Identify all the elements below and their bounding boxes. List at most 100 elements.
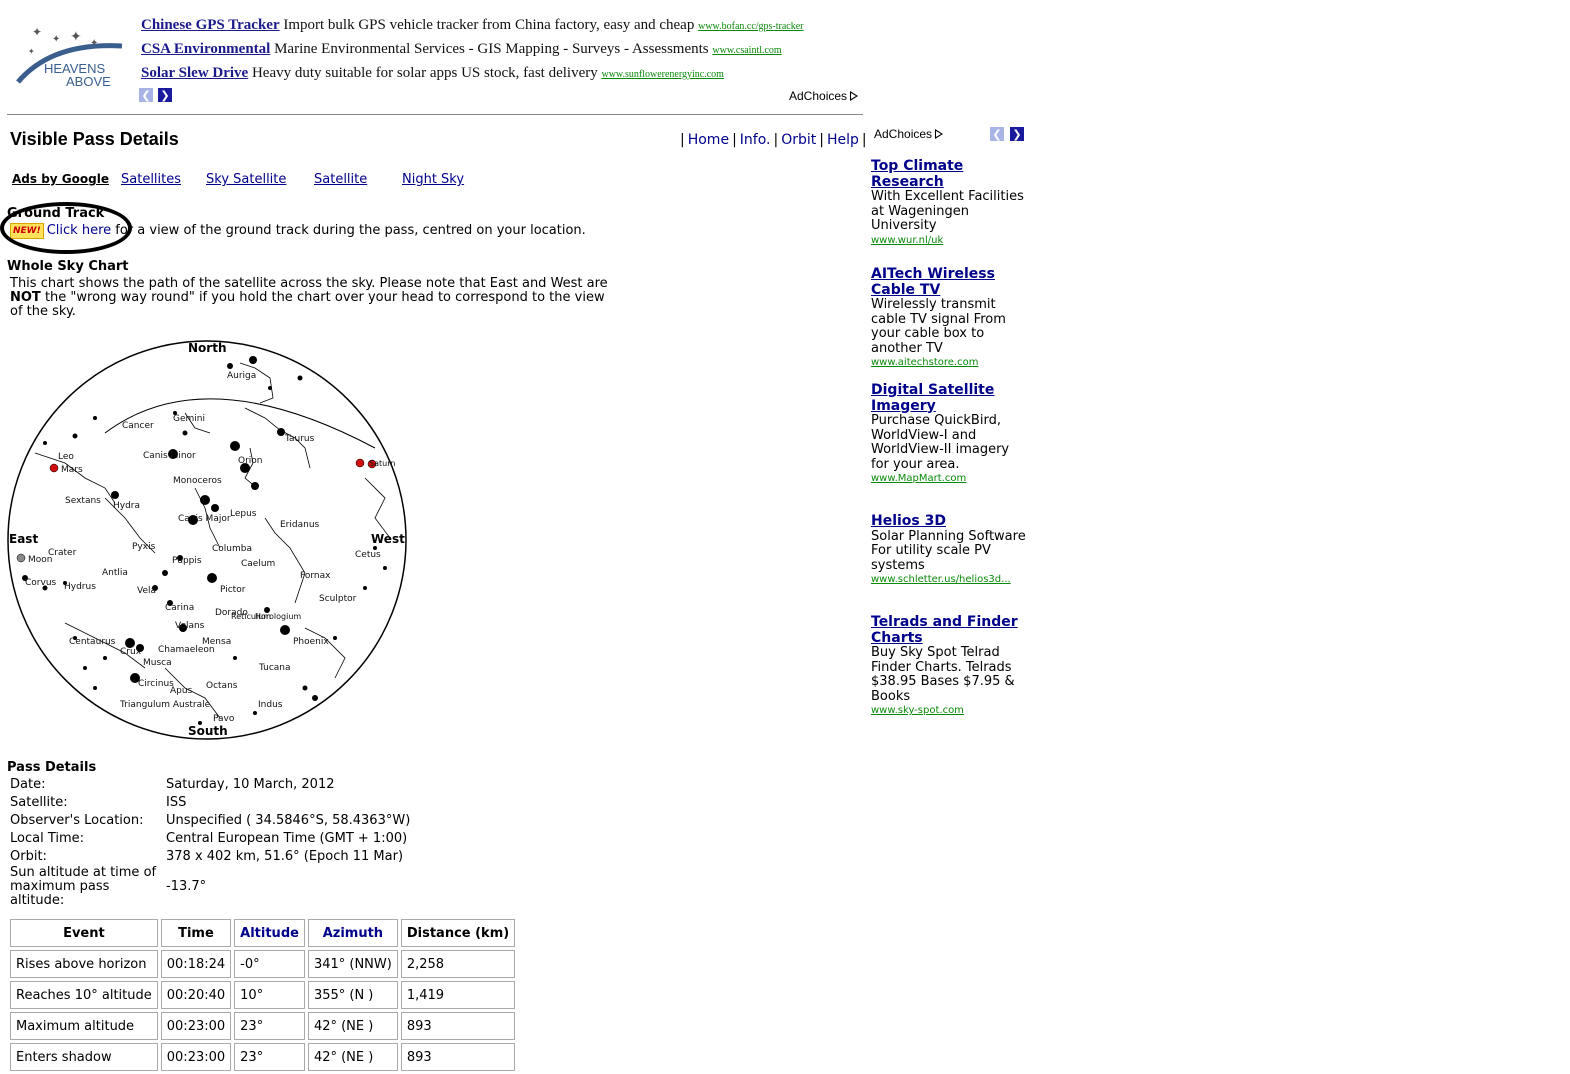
pass-detail-row: Date: Saturday, 10 March, 2012 — [7, 776, 413, 794]
detail-label: Orbit: — [10, 849, 47, 864]
constellation-label: Hydra — [113, 501, 140, 511]
constellation-label: Cetus — [355, 550, 381, 560]
cell: 42° (NE ) — [307, 1043, 398, 1071]
side-ad-title[interactable]: Telrads and Finder Charts — [871, 614, 1031, 646]
cell: 00:23:00 — [160, 1043, 232, 1071]
adchoices-side[interactable]: AdChoices — [874, 127, 944, 141]
mars-marker — [49, 463, 59, 473]
side-ad-url[interactable]: www.schletter.us/helios3d... — [871, 573, 1031, 588]
top-ad-url[interactable]: www.bofan.cc/gps-tracker — [698, 21, 803, 32]
cell: 1,419 — [400, 981, 516, 1009]
side-ad-next-button[interactable]: ❯ — [1010, 127, 1024, 141]
cell: 893 — [400, 1012, 516, 1040]
side-ad-title[interactable]: Digital Satellite Imagery — [871, 382, 1031, 414]
svg-text:✦: ✦ — [32, 25, 42, 39]
nav-info-link[interactable]: Info. — [740, 132, 771, 148]
top-ad-desc: Import bulk GPS vehicle tracker from Chi… — [283, 17, 695, 33]
constellation-label: Pictor — [220, 585, 246, 595]
planet-marker — [355, 458, 365, 468]
nav-home-link[interactable]: Home — [688, 132, 729, 148]
side-ad-desc: Wirelessly transmit cable TV signal From… — [871, 297, 1006, 356]
ads-nav: Ads by Google — [12, 172, 109, 187]
ads-by-google-link[interactable]: Ads by Google — [12, 172, 109, 186]
table-row: Enters shadow 00:23:00 23° 42° (NE ) 893 — [10, 1043, 516, 1071]
adchoices-label: AdChoices — [874, 127, 933, 141]
constellation-label: Orion — [238, 456, 263, 466]
ads-nav-link[interactable]: Night Sky — [402, 172, 464, 187]
constellation-label: Canis Major — [178, 514, 231, 524]
adchoices-top[interactable]: AdChoices — [789, 89, 859, 103]
adchoices-icon — [935, 129, 944, 139]
cell: -0° — [234, 950, 305, 978]
top-nav: | Home | Info. | Orbit | Help | — [680, 132, 867, 148]
side-ad-url[interactable]: www.aitechstore.com — [871, 356, 1031, 371]
sky-chart[interactable]: Auriga Cancer Gemini Taurus Canis Minor … — [5, 338, 410, 743]
constellation-label: Caelum — [241, 559, 275, 569]
constellation-label: Sextans — [65, 496, 101, 506]
adchoices-label: AdChoices — [789, 89, 848, 103]
side-ad-title[interactable]: AITech Wireless Cable TV — [871, 266, 1031, 298]
sky-chart-desc-bold: NOT — [10, 290, 41, 305]
top-ad-url[interactable]: www.sunflowerenergyinc.com — [601, 69, 723, 80]
side-ad-url[interactable]: www.sky-spot.com — [871, 704, 1031, 719]
constellation-label: Pyxis — [132, 542, 156, 552]
page-title: Visible Pass Details — [10, 129, 179, 149]
constellation-label: Hydrus — [64, 582, 96, 592]
col-altitude[interactable]: Altitude — [234, 919, 305, 947]
table-header-row: Event Time Altitude Azimuth Distance (km… — [10, 919, 516, 947]
side-ad-url[interactable]: www.MapMart.com — [871, 472, 1031, 487]
top-ad-title[interactable]: Chinese GPS Tracker — [141, 17, 280, 33]
side-ad-title[interactable]: Top Climate Research — [871, 158, 1031, 190]
ads-nav-link[interactable]: Sky Satellite — [206, 172, 286, 187]
nav-help-link[interactable]: Help — [827, 132, 859, 148]
constellation-label: Monoceros — [173, 476, 222, 486]
col-azimuth[interactable]: Azimuth — [307, 919, 398, 947]
constellation-label: Puppis — [172, 556, 202, 566]
constellation-label: Carina — [165, 603, 194, 613]
top-ad-title[interactable]: CSA Environmental — [141, 41, 270, 57]
cell: Reaches 10° altitude — [10, 981, 158, 1009]
cell: 341° (NNW) — [307, 950, 398, 978]
constellation-label: Sculptor — [319, 594, 357, 604]
ads-nav-link[interactable]: Satellite — [314, 172, 367, 187]
top-ad-title[interactable]: Solar Slew Drive — [141, 65, 248, 81]
side-ad-url[interactable]: www.wur.nl/uk — [871, 234, 1031, 249]
constellation-label: Saturn — [369, 459, 395, 468]
detail-label: Sun altitude at time of maximum pass alt… — [10, 865, 157, 908]
constellation-label: Apus — [170, 686, 193, 696]
divider — [7, 114, 863, 115]
sky-chart-border — [7, 340, 407, 740]
heavens-above-logo[interactable]: ✦ ✦ ✦ ✦ ✦ HEAVENS ABOVE — [12, 24, 132, 94]
table-row: Reaches 10° altitude 00:20:40 10° 355° (N )… — [10, 981, 516, 1009]
pass-detail-row: Sun altitude at time of maximum pass alt… — [7, 866, 413, 908]
top-ad-url[interactable]: www.csaintl.com — [712, 45, 781, 56]
nav-orbit-link[interactable]: Orbit — [781, 132, 816, 148]
col-distance: Distance (km) — [400, 919, 516, 947]
pass-detail-row: Observer's Location: Unspecified ( 34.584… — [7, 812, 413, 830]
ad-next-button[interactable]: ❯ — [158, 88, 172, 102]
constellation-label: Musca — [143, 658, 172, 668]
side-ad: Top Climate Research With Excellent Faci… — [871, 158, 1031, 249]
cell: Maximum altitude — [10, 1012, 158, 1040]
col-time: Time — [160, 919, 232, 947]
constellation-label: Antlia — [102, 568, 128, 578]
detail-value: Saturday, 10 March, 2012 — [166, 777, 335, 792]
svg-text:✦: ✦ — [28, 47, 35, 56]
ad-prev-button[interactable]: ❮ — [139, 88, 153, 102]
ads-nav-link[interactable]: Satellites — [121, 172, 181, 187]
cell: 23° — [234, 1012, 305, 1040]
constellation-label: Centaurus — [69, 637, 116, 647]
constellation-label: Taurus — [284, 434, 315, 444]
svg-text:✦: ✦ — [70, 29, 82, 45]
constellation-label: Corvus — [25, 578, 57, 588]
west-label: West — [371, 532, 405, 546]
cell: 23° — [234, 1043, 305, 1071]
constellation-label: Lepus — [230, 509, 257, 519]
cell: Enters shadow — [10, 1043, 158, 1071]
side-ad-prev-button[interactable]: ❮ — [990, 127, 1004, 141]
constellation-label: Columba — [212, 544, 252, 554]
side-ad-title[interactable]: Helios 3D — [871, 513, 1031, 530]
constellation-label: Vela — [137, 586, 156, 596]
constellation-label: Cancer — [122, 421, 154, 431]
constellation-label: Chamaeleon — [158, 645, 215, 655]
